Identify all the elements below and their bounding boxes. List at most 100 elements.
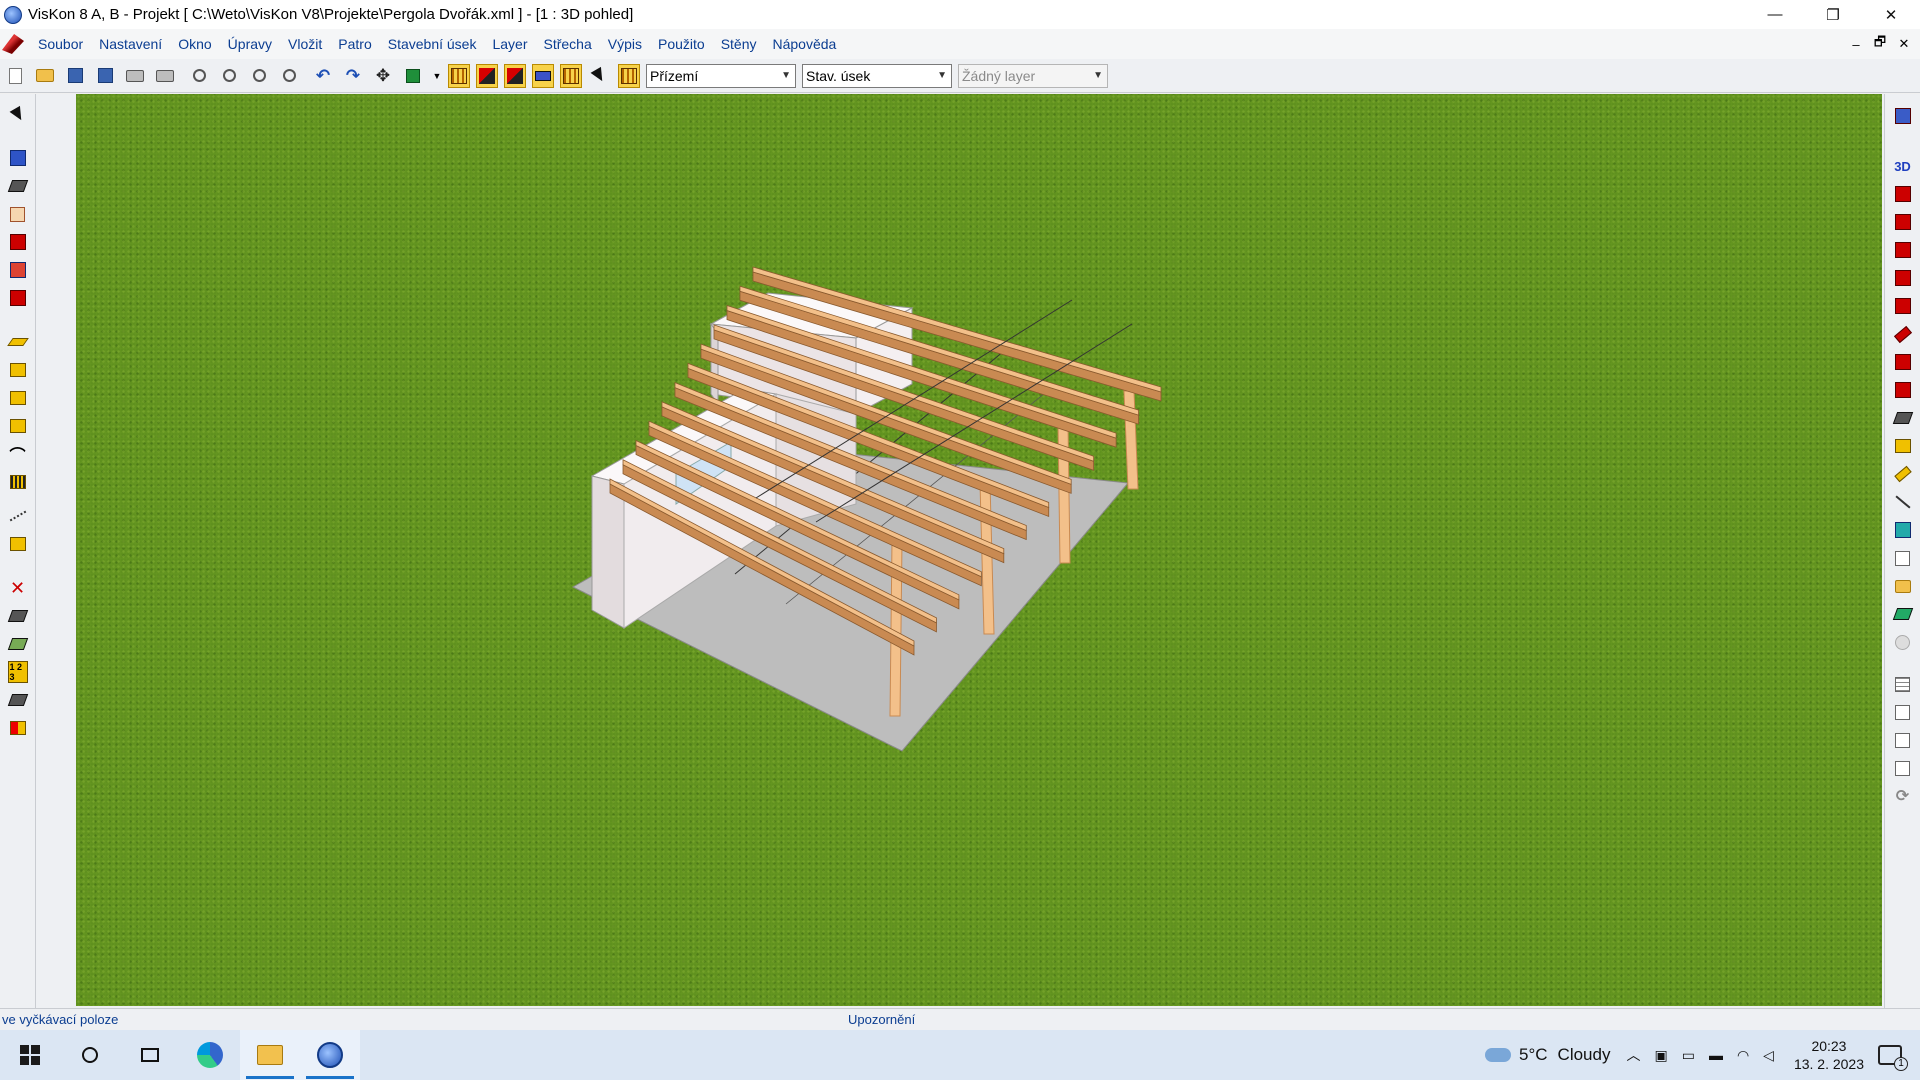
start-button[interactable]: [0, 1030, 60, 1080]
dimension-tool-button[interactable]: 1 2 3: [7, 661, 28, 683]
print-view-button[interactable]: [1893, 730, 1913, 750]
camera-button[interactable]: [1893, 380, 1913, 400]
notification-button[interactable]: 1: [1878, 1045, 1908, 1071]
volume-icon[interactable]: ◁: [1763, 1047, 1774, 1064]
menu-nastaveni[interactable]: Nastavení: [91, 29, 170, 59]
measure-tool-button[interactable]: [7, 606, 28, 626]
minimize-button[interactable]: —: [1746, 0, 1804, 29]
furniture-tool-button[interactable]: [8, 534, 28, 554]
eraser-button[interactable]: [1893, 324, 1913, 344]
maximize-button[interactable]: ❐: [1804, 0, 1862, 29]
mirror-tool-button[interactable]: [8, 718, 28, 738]
save-button[interactable]: [64, 64, 86, 88]
save-as-button[interactable]: [94, 64, 116, 88]
menu-soubor[interactable]: Soubor: [30, 29, 91, 59]
truss-tool-button[interactable]: [8, 388, 28, 408]
menu-stavebni-usek[interactable]: Stavební úsek: [380, 29, 485, 59]
zoom-in-button[interactable]: [188, 64, 210, 88]
menu-vypis[interactable]: Výpis: [600, 29, 650, 59]
house-tool-button[interactable]: [618, 63, 640, 88]
new-file-button[interactable]: [4, 64, 26, 88]
zoom-window-button[interactable]: [278, 64, 300, 88]
print-button[interactable]: [124, 64, 146, 88]
wifi-icon[interactable]: ◠: [1737, 1047, 1749, 1064]
file-explorer-button[interactable]: [240, 1030, 300, 1080]
3d-viewport[interactable]: [76, 94, 1882, 1006]
layers-tool-button[interactable]: [7, 176, 28, 196]
line-tool-button[interactable]: [8, 506, 28, 526]
menu-napoveda[interactable]: Nápověda: [765, 29, 845, 59]
search-button[interactable]: [60, 1030, 120, 1080]
door-tool-button[interactable]: [8, 232, 28, 252]
panel-button[interactable]: [1893, 436, 1913, 456]
dropdown-arrow-button[interactable]: ▼: [432, 64, 442, 88]
zoom-out-button[interactable]: [218, 64, 240, 88]
menu-okno[interactable]: Okno: [170, 29, 219, 59]
open-view-button[interactable]: [1893, 576, 1913, 596]
menu-pouzito[interactable]: Použito: [650, 29, 713, 59]
line-draw-button[interactable]: [1893, 492, 1913, 512]
roof-edit-button[interactable]: [1892, 408, 1913, 428]
roof-tool-button[interactable]: [8, 288, 28, 308]
floorplan-view-button[interactable]: [1893, 184, 1913, 204]
delete-tool-button[interactable]: ✕: [8, 578, 28, 598]
section-select[interactable]: Stav. úsek ▼: [802, 63, 952, 88]
menu-vlozit[interactable]: Vložit: [280, 29, 330, 59]
mdi-close-button[interactable]: ✕: [1892, 36, 1916, 52]
railing-tool-button[interactable]: [8, 472, 28, 492]
display-icon[interactable]: ▭: [1682, 1047, 1695, 1064]
close-button[interactable]: ✕: [1862, 0, 1920, 29]
task-view-button[interactable]: [120, 1030, 180, 1080]
check-view-button[interactable]: [1893, 758, 1913, 778]
print-preview-button[interactable]: [154, 64, 176, 88]
door-view-button[interactable]: [1893, 352, 1913, 372]
window-tool-button[interactable]: [8, 204, 28, 224]
refresh-button[interactable]: ⟳: [1893, 786, 1913, 806]
tile-button[interactable]: [1893, 520, 1913, 540]
copy-view-button[interactable]: [1893, 548, 1913, 568]
section-view-button[interactable]: [1893, 240, 1913, 260]
3d-object-button[interactable]: [402, 64, 424, 88]
menu-strecha[interactable]: Střecha: [536, 29, 600, 59]
menu-steny[interactable]: Stěny: [713, 29, 765, 59]
settings-disabled-button[interactable]: [1893, 632, 1913, 652]
view-3d-button[interactable]: 3D: [1893, 156, 1913, 176]
roof-view-button[interactable]: [1893, 268, 1913, 288]
battery-icon[interactable]: ▬: [1709, 1047, 1723, 1063]
arc-tool-button[interactable]: ⌒: [8, 444, 28, 465]
snap-tool-button[interactable]: [476, 63, 498, 88]
menu-upravy[interactable]: Úpravy: [220, 29, 280, 59]
beam-tool-button[interactable]: [6, 332, 29, 352]
scale-tool-button[interactable]: [7, 634, 28, 654]
open-file-button[interactable]: [34, 64, 56, 88]
select-pointer-button[interactable]: [588, 64, 610, 88]
house-3d-button[interactable]: [1893, 296, 1913, 316]
wall-tool-button[interactable]: [8, 148, 28, 168]
house-view-button[interactable]: [1893, 106, 1913, 126]
viskon-taskbar-button[interactable]: [300, 1030, 360, 1080]
hatch-tool-button[interactable]: [560, 63, 582, 88]
pan-button[interactable]: ✥: [372, 64, 394, 88]
menu-layer[interactable]: Layer: [484, 29, 535, 59]
stair-tool-button[interactable]: [8, 360, 28, 380]
menu-patro[interactable]: Patro: [330, 29, 379, 59]
pencil-button[interactable]: [1893, 464, 1913, 484]
column-tool-button[interactable]: [8, 416, 28, 436]
tree-button[interactable]: [1892, 604, 1913, 624]
redo-button[interactable]: ↷: [342, 64, 364, 88]
select-tool-button[interactable]: [8, 104, 28, 124]
mdi-minimize-button[interactable]: –: [1844, 37, 1868, 52]
layer-select[interactable]: Žádný layer ▼: [958, 63, 1108, 88]
blank-view-button[interactable]: [1893, 702, 1913, 722]
text-tool-button[interactable]: [7, 690, 28, 710]
mdi-restore-button[interactable]: 🗗: [1868, 33, 1892, 55]
zoom-fit-button[interactable]: [248, 64, 270, 88]
elevation-view-button[interactable]: [1893, 212, 1913, 232]
grid-tool-button[interactable]: [448, 63, 470, 88]
meet-icon[interactable]: ▣: [1654, 1047, 1667, 1064]
weather-widget[interactable]: 5°C Cloudy: [1485, 1045, 1610, 1065]
layer-color-button[interactable]: [504, 63, 526, 88]
floor-select[interactable]: Přízemí ▼: [646, 63, 796, 88]
chevron-up-icon[interactable]: ︿: [1626, 1045, 1640, 1065]
clock[interactable]: 20:23 13. 2. 2023: [1794, 1037, 1864, 1073]
